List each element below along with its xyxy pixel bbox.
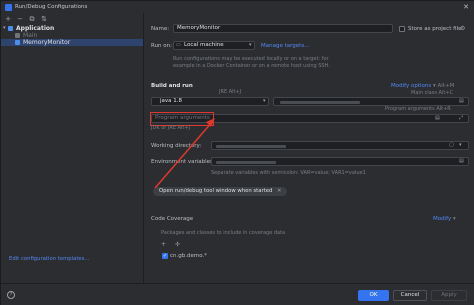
help-icon[interactable]: ?: [7, 291, 15, 299]
annotation-arrow: [154, 118, 215, 189]
ok-button[interactable]: OK: [358, 290, 389, 301]
apply-button[interactable]: Apply: [431, 290, 467, 301]
dialog-button-bar: ? OK Cancel Apply: [1, 283, 474, 305]
run-debug-configurations-window: Run/Debug Configurations ✕ + − ⧉ ⇅ ▾ App…: [0, 0, 474, 305]
cancel-button[interactable]: Cancel: [393, 290, 427, 301]
